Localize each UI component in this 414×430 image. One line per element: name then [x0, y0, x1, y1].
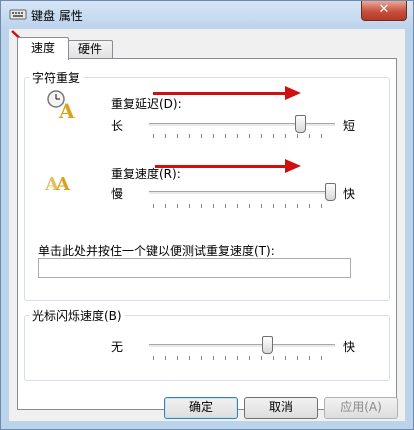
cursor-blink-slider[interactable] — [149, 344, 335, 348]
repeat-delay-label: 重复延迟(D): — [111, 97, 182, 111]
repeat-delay-icon: A — [47, 90, 75, 120]
svg-text:A: A — [55, 174, 71, 195]
repeat-test-label: 单击此处并按住一个键以便测试重复速度(T): — [38, 244, 275, 258]
annotation-arrow-delay — [153, 92, 285, 95]
repeat-delay-slider-thumb[interactable] — [295, 115, 307, 133]
cursor-blink-slider-thumb[interactable] — [261, 336, 273, 354]
cursor-blink-group-title: 光标闪烁速度(B) — [29, 307, 125, 324]
apply-button[interactable]: 应用(A) — [324, 397, 398, 419]
repeat-rate-slider[interactable] — [149, 191, 335, 195]
repeat-test-field[interactable] — [38, 258, 351, 278]
repeat-rate-fast-label: 快 — [343, 187, 356, 201]
cursor-blink-ticks — [153, 356, 333, 360]
annotation-arrowhead-rate — [285, 159, 301, 173]
speed-tab-panel: 字符重复 A 重复延迟(D): 长 短 A A 重复速度(R): 慢 快 单击此… — [17, 58, 397, 410]
cancel-button[interactable]: 取消 — [244, 397, 318, 419]
repeat-delay-short-label: 短 — [343, 119, 356, 133]
repeat-rate-ticks — [153, 204, 333, 208]
tab-hardware[interactable]: 硬件 — [67, 40, 113, 59]
close-icon: ✕ — [378, 2, 390, 17]
repeat-delay-ticks — [153, 134, 333, 138]
annotation-arrow-rate — [155, 165, 285, 168]
dialog-client-area: 速度 硬件 字符重复 A 重复延迟(D): 长 短 A A 重复速度(R): 慢… — [9, 29, 405, 421]
cursor-blink-none-label: 无 — [111, 340, 124, 354]
character-repeat-group-title: 字符重复 — [29, 69, 84, 86]
svg-text:A: A — [58, 99, 75, 120]
repeat-rate-slow-label: 慢 — [111, 187, 124, 201]
repeat-delay-slider[interactable] — [149, 123, 335, 127]
keyboard-properties-dialog: 键盘 属性 ✕ 速度 硬件 字符重复 A 重复延迟(D): 长 短 A A 重复… — [0, 0, 414, 430]
keyboard-icon — [9, 9, 27, 20]
cursor-blink-fast-label: 快 — [343, 340, 356, 354]
close-button[interactable]: ✕ — [361, 1, 407, 21]
repeat-rate-slider-thumb[interactable] — [325, 183, 336, 201]
title-bar[interactable]: 键盘 属性 ✕ — [1, 1, 413, 29]
cursor-blink-group: 光标闪烁速度(B) 无 快 — [24, 307, 390, 381]
window-title: 键盘 属性 — [31, 9, 83, 23]
ok-button[interactable]: 确定 — [164, 397, 238, 419]
character-repeat-group: 字符重复 A 重复延迟(D): 长 短 A A 重复速度(R): 慢 快 单击此… — [24, 69, 390, 301]
annotation-arrowhead-delay — [285, 86, 301, 100]
repeat-rate-icon: A A — [45, 174, 71, 195]
repeat-delay-long-label: 长 — [111, 119, 124, 133]
tab-speed[interactable]: 速度 — [17, 37, 69, 60]
